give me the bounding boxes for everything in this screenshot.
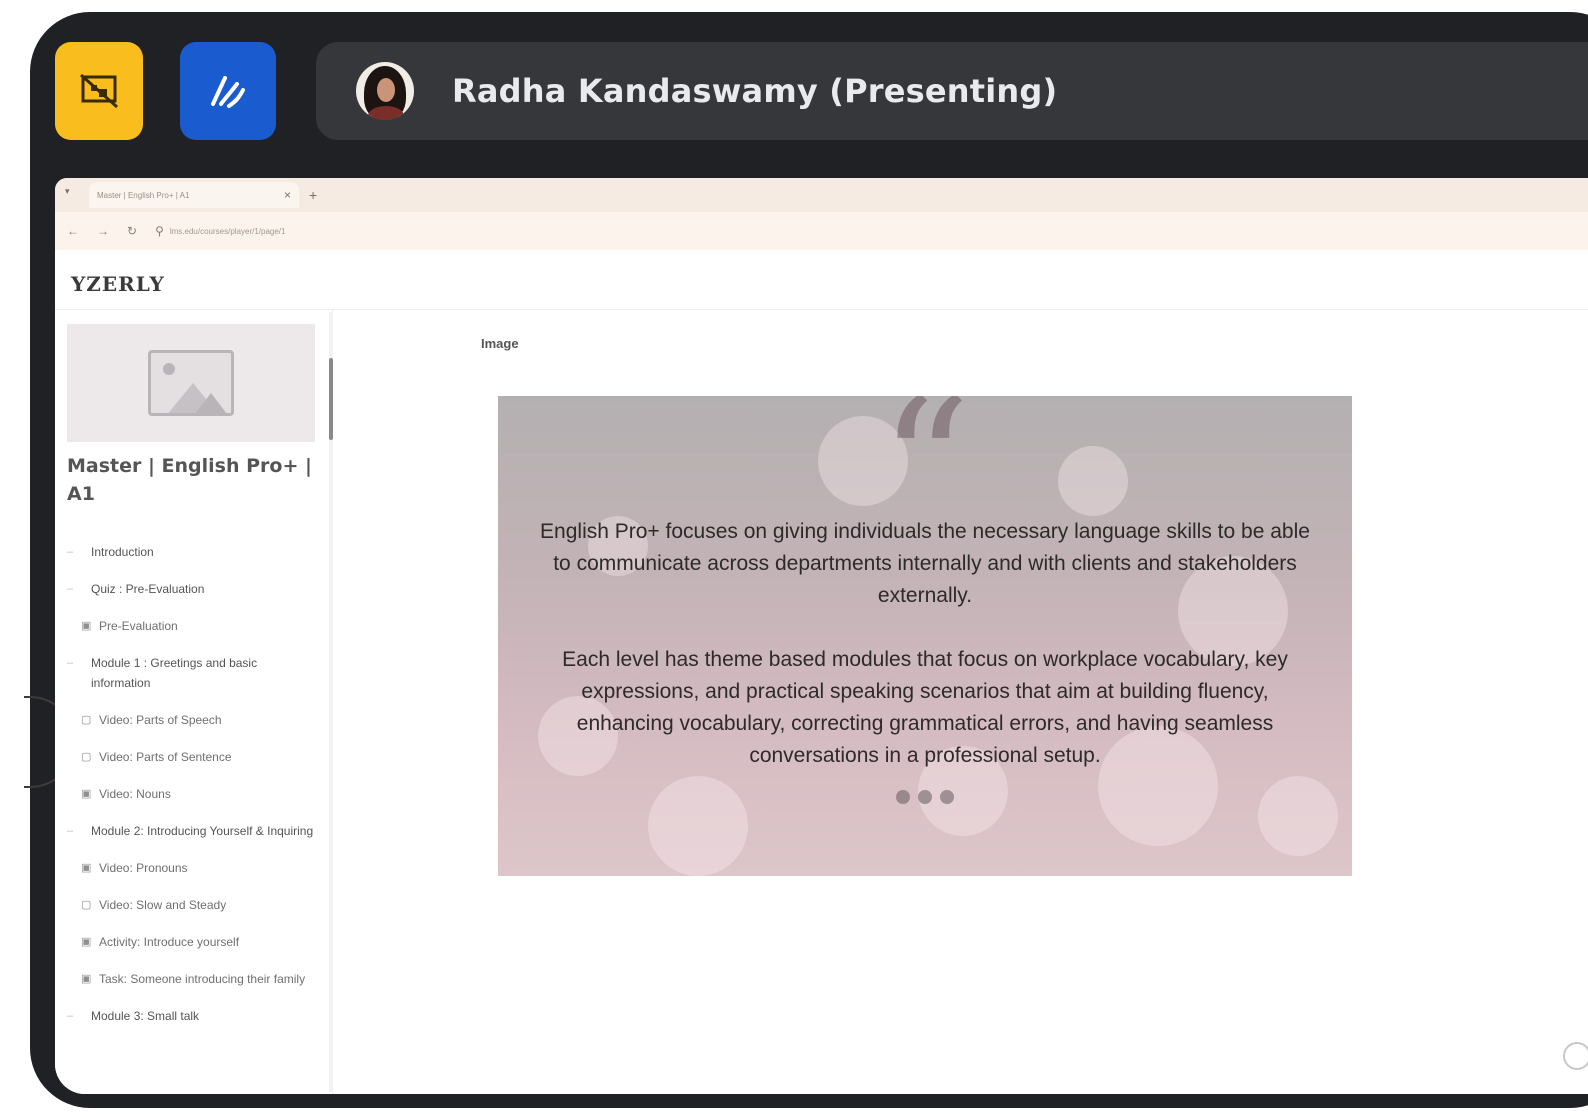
annotate-button[interactable]: [180, 42, 276, 140]
address-bar: ← → ↻ ⚲ lms.edu/courses/player/1/page/1: [55, 212, 1588, 250]
collapse-icon: –: [67, 657, 74, 669]
quote-text: English Pro+ focuses on giving individua…: [534, 516, 1316, 804]
site-header: YZERLY: [55, 250, 1588, 310]
lesson-icon: ▢: [81, 751, 92, 763]
annotate-pen-icon: [211, 76, 245, 108]
shared-screen: ▾ Master | English Pro+ | A1 × + ← → ↻ ⚲…: [55, 178, 1588, 1094]
present-off-icon: [80, 73, 118, 109]
site-info-icon[interactable]: ⚲: [155, 224, 164, 238]
lesson-icon: ▢: [81, 714, 92, 726]
stop-presenting-button[interactable]: [55, 42, 143, 140]
browser-tab[interactable]: Master | English Pro+ | A1 ×: [89, 182, 299, 208]
outline-item[interactable]: – Introduction: [67, 542, 317, 562]
quote-paragraph: Each level has theme based modules that …: [562, 648, 1288, 767]
outline-item[interactable]: – Module 1 : Greetings and basic informat…: [67, 653, 317, 693]
outline-item[interactable]: ▣ Video: Pronouns: [67, 858, 317, 878]
new-tab-icon[interactable]: +: [309, 187, 317, 203]
outline-item[interactable]: ▢ Video: Slow and Steady: [67, 895, 317, 915]
help-button[interactable]: [1563, 1042, 1588, 1070]
outline-item[interactable]: ▢ Video: Parts of Speech: [67, 710, 317, 730]
lesson-icon: ▣: [81, 973, 92, 985]
url-field[interactable]: lms.edu/courses/player/1/page/1: [170, 227, 286, 236]
tab-title: Master | English Pro+ | A1: [97, 190, 190, 200]
reload-icon[interactable]: ↻: [127, 224, 137, 238]
content-block-label: Image: [481, 336, 519, 351]
ellipsis-icon: [498, 790, 1352, 804]
outline-item[interactable]: – Module 3: Small talk: [67, 1006, 317, 1026]
site-logo[interactable]: YZERLY: [71, 272, 165, 296]
outline-item[interactable]: ▣ Video: Nouns: [67, 784, 317, 804]
outline-item[interactable]: ▣ Pre-Evaluation: [67, 616, 317, 636]
back-arrow-icon[interactable]: ←: [67, 224, 79, 238]
outline-item[interactable]: ▢ Video: Parts of Sentence: [67, 747, 317, 767]
course-thumbnail: [67, 324, 315, 442]
quote-paragraph: English Pro+ focuses on giving individua…: [540, 520, 1310, 607]
close-icon[interactable]: ×: [284, 188, 291, 202]
tab-menu-icon[interactable]: ▾: [65, 186, 70, 197]
course-sidebar: Master | English Pro+ | A1 – Introduction…: [55, 310, 333, 1094]
presenter-avatar: [356, 62, 414, 120]
collapse-icon: –: [67, 825, 74, 837]
lesson-icon: ▣: [81, 788, 92, 800]
image-placeholder-icon: [148, 350, 234, 416]
collapse-icon: –: [67, 1010, 74, 1022]
outline-item[interactable]: ▣ Task: Someone introducing their family: [67, 969, 317, 989]
collapse-icon: –: [67, 546, 74, 558]
presenter-bar: Radha Kandaswamy (Presenting): [316, 42, 1588, 140]
browser-tabstrip: ▾ Master | English Pro+ | A1 × +: [55, 178, 1588, 212]
lesson-icon: ▣: [81, 620, 92, 632]
course-outline: – Introduction – Quiz : Pre-Evaluation ▣ Pr…: [67, 542, 317, 1043]
lesson-content: Image “ English Pro+ focuses on giving i…: [333, 310, 1588, 1094]
course-title: Master | English Pro+ | A1: [67, 455, 312, 505]
outline-item[interactable]: – Module 2: Introducing Yourself & Inquir…: [67, 821, 317, 841]
lesson-icon: ▣: [81, 862, 92, 874]
outline-item[interactable]: ▣ Activity: Introduce yourself: [67, 932, 317, 952]
forward-arrow-icon[interactable]: →: [97, 224, 109, 238]
collapse-icon: –: [67, 583, 74, 595]
quote-image: “ English Pro+ focuses on giving individ…: [498, 396, 1352, 876]
lesson-icon: ▢: [81, 899, 92, 911]
lesson-icon: ▣: [81, 936, 92, 948]
presenter-name: Radha Kandaswamy (Presenting): [452, 72, 1058, 110]
outline-item[interactable]: – Quiz : Pre-Evaluation: [67, 579, 317, 599]
